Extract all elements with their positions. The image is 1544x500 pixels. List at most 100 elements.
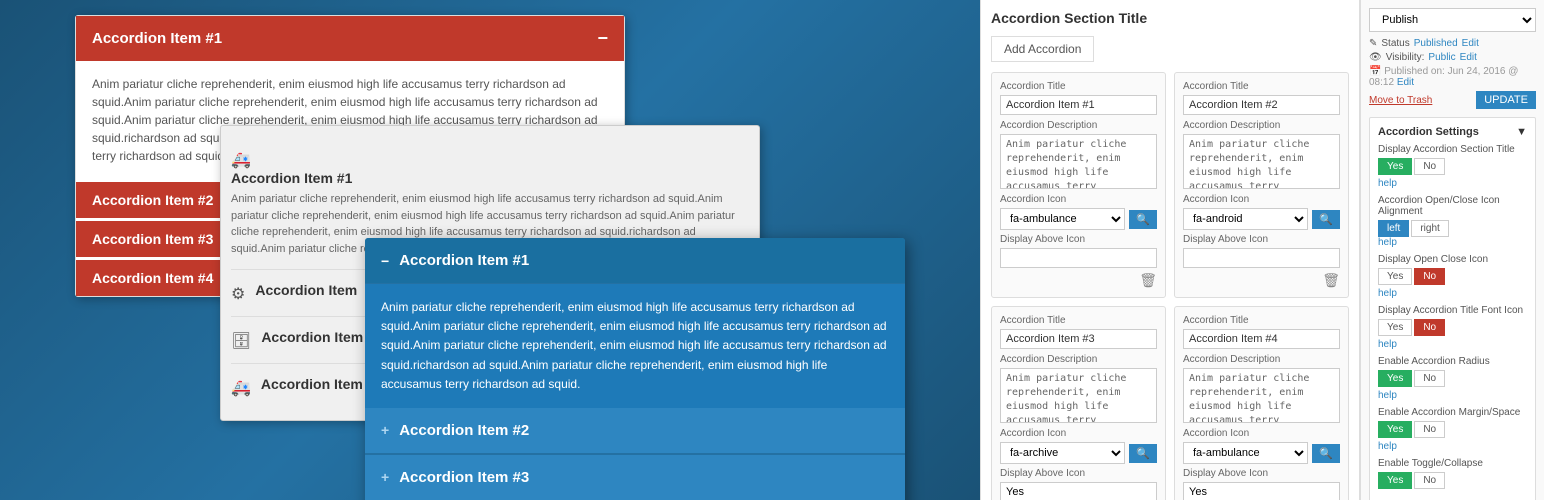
desc-label-4: Accordion Description (1183, 354, 1340, 365)
display-title-setting: Display Accordion Section Title Yes No h… (1378, 144, 1527, 189)
icon-select-3[interactable]: fa-archive (1000, 442, 1125, 464)
enable-radius-yes-btn[interactable]: Yes (1378, 370, 1412, 387)
display-input-4[interactable] (1183, 482, 1340, 500)
blue-accordion-title-3: Accordion Item #3 (399, 469, 529, 486)
desc-textarea-4[interactable]: Anim pariatur cliche reprehenderit, enim… (1183, 368, 1340, 423)
icon-btn-4[interactable]: 🔍 (1312, 444, 1340, 463)
display-input-3[interactable] (1000, 482, 1157, 500)
accordion-settings-section: Accordion Settings ▼ Display Accordion S… (1369, 117, 1536, 500)
blue-accordion-title-2: Accordion Item #2 (399, 422, 529, 439)
desc-textarea-1[interactable]: Anim pariatur cliche reprehenderit, enim… (1000, 134, 1157, 189)
enable-toggle-yes-btn[interactable]: Yes (1378, 472, 1412, 489)
blue-accordion-collapsed-2[interactable]: + Accordion Item #2 (365, 408, 905, 455)
icon-label-4: Accordion Icon (1183, 428, 1340, 439)
display-title-no-btn[interactable]: No (1414, 158, 1445, 175)
accordion-settings-title: Accordion Settings ▼ (1378, 126, 1527, 138)
icon-select-1[interactable]: fa-ambulance (1000, 208, 1125, 230)
display-title-help[interactable]: help (1378, 178, 1527, 189)
enable-radius-toggle: Yes No (1378, 370, 1527, 387)
plus-icon-3: + (381, 469, 389, 485)
move-to-trash-link[interactable]: Move to Trash (1369, 95, 1432, 106)
align-right-btn[interactable]: right (1411, 220, 1448, 237)
display-title-label: Display Accordion Section Title (1378, 144, 1527, 155)
icon-select-2[interactable]: fa-android (1183, 208, 1308, 230)
display-open-close-no-btn[interactable]: No (1414, 268, 1445, 285)
section-title: Accordion Section Title (991, 10, 1349, 26)
visibility-row: 👁 Visibility: Public Edit (1369, 52, 1536, 63)
accordion-config-2: Accordion Title Accordion Description An… (1174, 72, 1349, 298)
accordion-config-1: Accordion Title Accordion Description An… (991, 72, 1166, 298)
desc-label-2: Accordion Description (1183, 120, 1340, 131)
icon-btn-3[interactable]: 🔍 (1129, 444, 1157, 463)
title-input-4[interactable] (1183, 329, 1340, 349)
blue-accordion-active-header[interactable]: − Accordion Item #1 Anim pariatur cliche… (365, 238, 905, 408)
accordion-grid-row-1: Accordion Title Accordion Description An… (991, 72, 1349, 298)
enable-radius-setting: Enable Accordion Radius Yes No help (1378, 356, 1527, 401)
publish-date: 📅 Published on: Jun 24, 2016 @ 08:12 Edi… (1369, 66, 1536, 88)
delete-icon-2[interactable]: 🗑 (1183, 272, 1340, 289)
gray-accordion-title-4: Accordion Item (261, 376, 363, 392)
visibility-value[interactable]: Public (1428, 52, 1455, 63)
settings-chevron-icon[interactable]: ▼ (1516, 126, 1527, 138)
icon-select-row-3: fa-archive 🔍 (1000, 442, 1157, 464)
icon-label-1: Accordion Icon (1000, 194, 1157, 205)
display-title-font-no-btn[interactable]: No (1414, 319, 1445, 336)
display-open-close-help[interactable]: help (1378, 288, 1527, 299)
white-accordion-header-1[interactable]: Accordion Item #1 − (76, 16, 624, 61)
display-title-yes-btn[interactable]: Yes (1378, 158, 1412, 175)
enable-margin-no-btn[interactable]: No (1414, 421, 1445, 438)
icon-label-3: Accordion Icon (1000, 428, 1157, 439)
white-accordion-title-1: Accordion Item #1 (92, 30, 222, 47)
gray-accordion-title-2: Accordion Item (255, 282, 357, 298)
blue-accordion-title-1: Accordion Item #1 (399, 252, 529, 269)
enable-radius-no-btn[interactable]: No (1414, 370, 1445, 387)
display-number-1[interactable] (1000, 248, 1157, 268)
status-value[interactable]: Published (1414, 38, 1458, 49)
enable-toggle-no-btn[interactable]: No (1414, 472, 1445, 489)
title-label-3: Accordion Title (1000, 315, 1157, 326)
icon-select-row-1: fa-ambulance 🔍 (1000, 208, 1157, 230)
enable-margin-yes-btn[interactable]: Yes (1378, 421, 1412, 438)
icon-align-help[interactable]: help (1378, 237, 1527, 248)
update-button[interactable]: UPDATE (1476, 91, 1536, 109)
edit-date-link[interactable]: Edit (1397, 77, 1414, 88)
enable-margin-help[interactable]: help (1378, 441, 1527, 452)
display-label-1: Display Above Icon (1000, 234, 1157, 245)
display-title-font-help[interactable]: help (1378, 339, 1527, 350)
enable-margin-setting: Enable Accordion Margin/Space Yes No hel… (1378, 407, 1527, 452)
title-label-1: Accordion Title (1000, 81, 1157, 92)
blue-accordion-collapsed-3[interactable]: + Accordion Item #3 (365, 455, 905, 500)
plus-icon-2: + (381, 422, 389, 438)
enable-margin-toggle: Yes No (1378, 421, 1527, 438)
icon-btn-1[interactable]: 🔍 (1129, 210, 1157, 229)
blue-accordion-card: − Accordion Item #1 Anim pariatur cliche… (365, 238, 905, 500)
icon-btn-2[interactable]: 🔍 (1312, 210, 1340, 229)
icon-select-row-2: fa-android 🔍 (1183, 208, 1340, 230)
display-title-font-yes-btn[interactable]: Yes (1378, 319, 1412, 336)
icon-align-setting: Accordion Open/Close Icon Alignment left… (1378, 195, 1527, 248)
icon-align-toggle: left right (1378, 220, 1527, 237)
visibility-icon: 👁 (1369, 52, 1382, 63)
desc-label-3: Accordion Description (1000, 354, 1157, 365)
accordion-grid-row-2: Accordion Title Accordion Description An… (991, 306, 1349, 500)
icon-select-4[interactable]: fa-ambulance (1183, 442, 1308, 464)
enable-radius-help[interactable]: help (1378, 390, 1527, 401)
publish-actions-row: Move to Trash UPDATE (1369, 91, 1536, 109)
display-label-2: Display Above Icon (1183, 234, 1340, 245)
align-left-btn[interactable]: left (1378, 220, 1409, 237)
delete-icon-1[interactable]: 🗑 (1000, 272, 1157, 289)
edit-visibility-link[interactable]: Edit (1460, 52, 1477, 63)
display-open-close-yes-btn[interactable]: Yes (1378, 268, 1412, 285)
title-input-2[interactable] (1183, 95, 1340, 115)
display-title-toggle: Yes No (1378, 158, 1527, 175)
publish-dropdown[interactable]: Publish (1369, 8, 1536, 32)
desc-label-1: Accordion Description (1000, 120, 1157, 131)
icon-select-row-4: fa-ambulance 🔍 (1183, 442, 1340, 464)
desc-textarea-2[interactable]: Anim pariatur cliche reprehenderit, enim… (1183, 134, 1340, 189)
add-accordion-button[interactable]: Add Accordion (991, 36, 1094, 62)
title-input-1[interactable] (1000, 95, 1157, 115)
edit-status-link[interactable]: Edit (1462, 38, 1479, 49)
title-input-3[interactable] (1000, 329, 1157, 349)
display-number-2[interactable] (1183, 248, 1340, 268)
desc-textarea-3[interactable]: Anim pariatur cliche reprehenderit, enim… (1000, 368, 1157, 423)
